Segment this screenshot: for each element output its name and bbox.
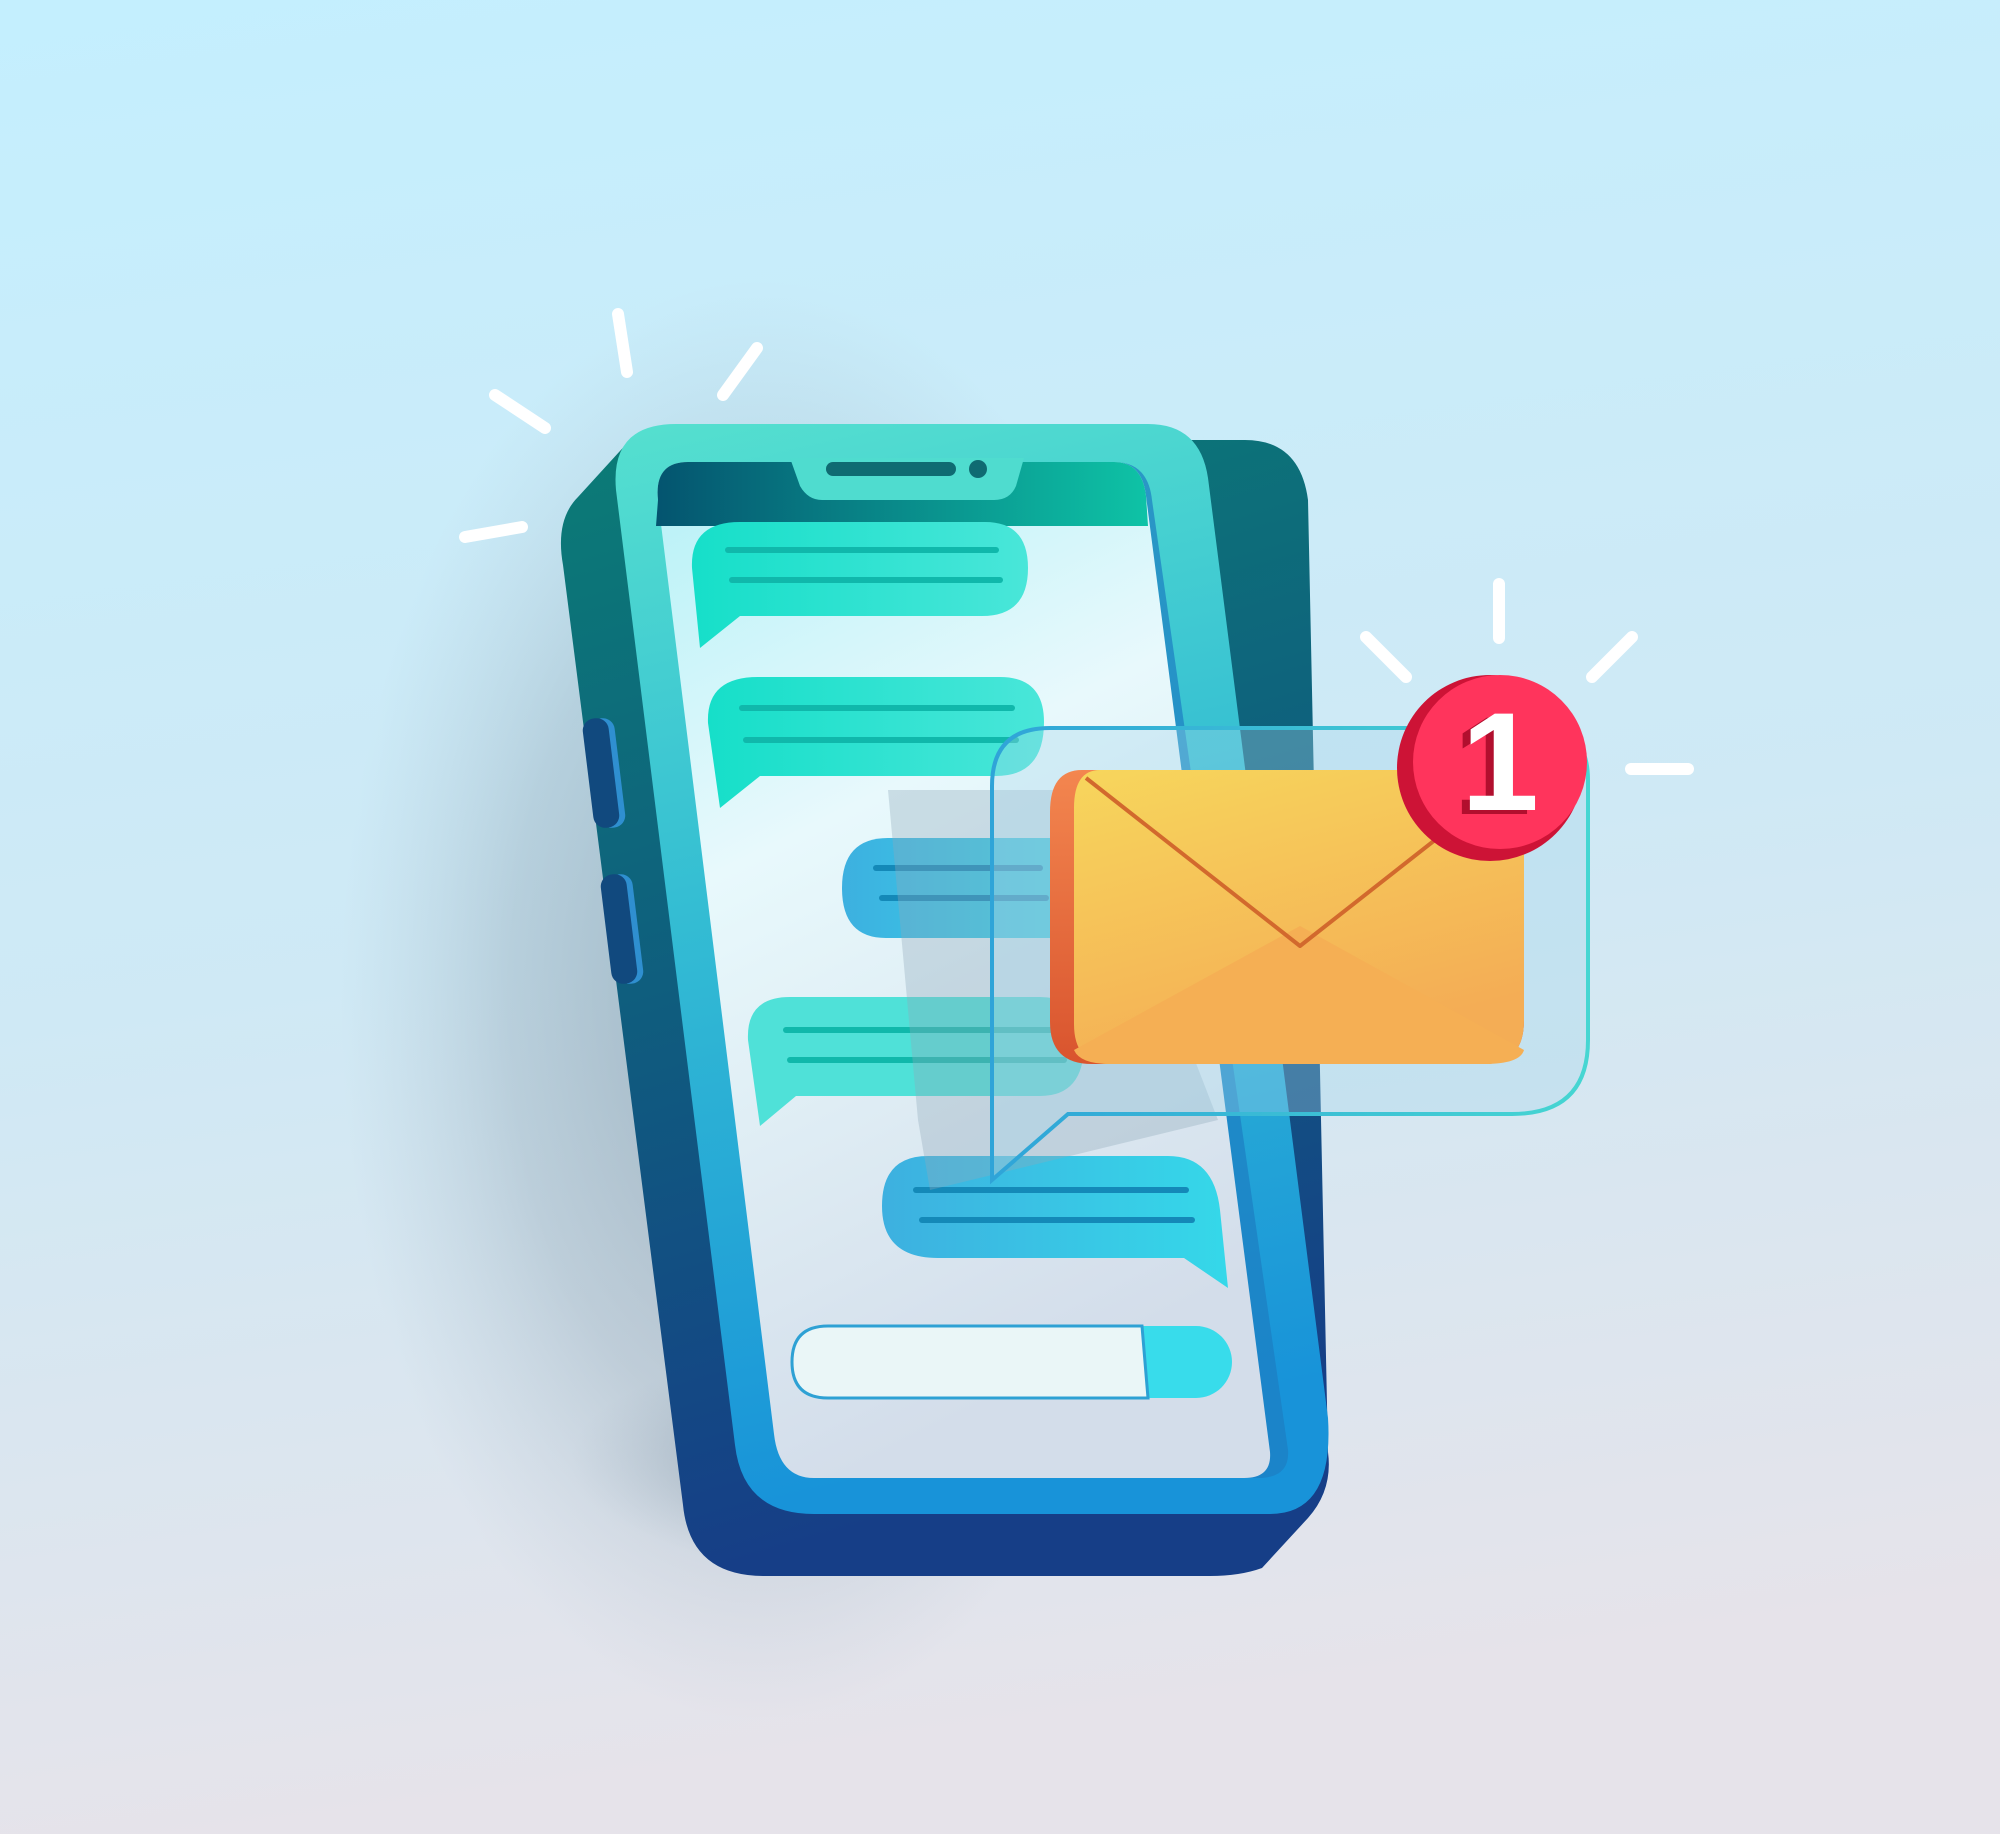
front-camera <box>969 460 987 478</box>
notification-illustration: 1 1 <box>0 0 2000 1834</box>
notification-popup[interactable]: 1 1 <box>990 675 1590 1185</box>
speaker-grille <box>826 462 956 476</box>
message-composer[interactable] <box>790 1324 1232 1400</box>
illustration-canvas: 1 1 <box>0 0 2000 1834</box>
message-input[interactable] <box>790 1324 1150 1400</box>
badge-count: 1 <box>1461 683 1539 840</box>
